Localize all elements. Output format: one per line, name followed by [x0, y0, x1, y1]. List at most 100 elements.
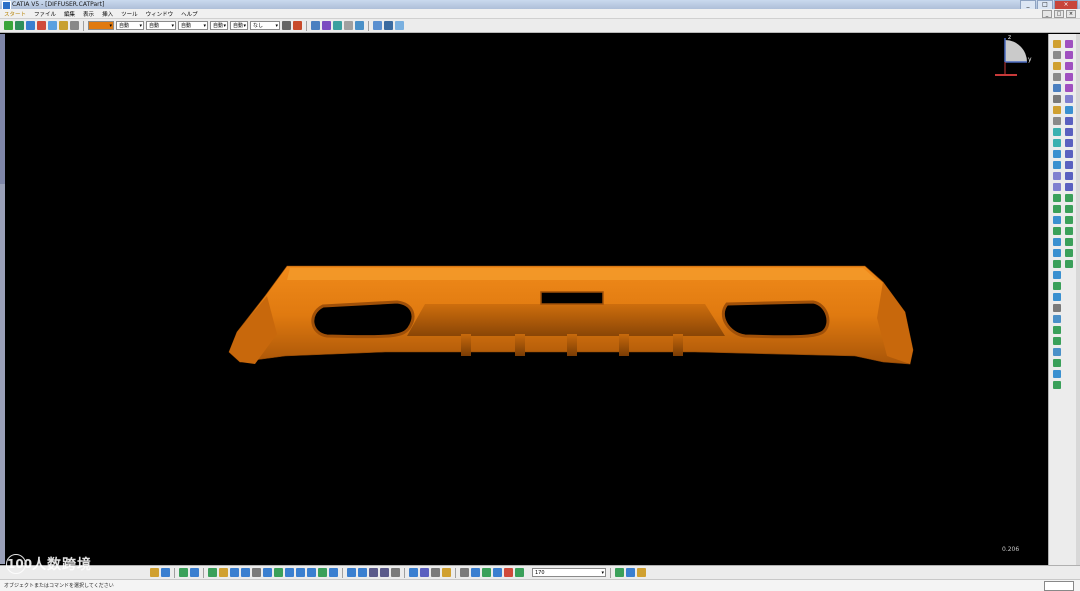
hide-show-icon[interactable]	[373, 21, 382, 30]
formula-icon[interactable]	[355, 21, 364, 30]
remove-icon[interactable]	[1053, 326, 1061, 334]
cylinder-icon[interactable]	[1065, 84, 1073, 92]
swap-icon[interactable]	[285, 568, 294, 577]
split-icon[interactable]	[1053, 205, 1061, 213]
transparency-combo[interactable]: 自動	[116, 21, 144, 30]
affinity-icon[interactable]	[1065, 227, 1073, 235]
shell-icon[interactable]	[1053, 172, 1061, 180]
menu-tools[interactable]: ツール	[117, 10, 142, 18]
menu-insert[interactable]: 挿入	[98, 10, 117, 18]
video-icon[interactable]	[369, 568, 378, 577]
compass-icon[interactable]	[4, 21, 13, 30]
pattern-icon[interactable]	[1053, 282, 1061, 290]
compass-graphic[interactable]	[993, 34, 1033, 82]
shaft-icon[interactable]	[1053, 62, 1061, 70]
hide-show-icon[interactable]	[274, 568, 283, 577]
doc-minimize-button[interactable]: _	[1042, 10, 1052, 18]
inverse-icon[interactable]	[1065, 238, 1073, 246]
menu-help[interactable]: ヘルプ	[177, 10, 202, 18]
menu-start[interactable]: スタート	[0, 10, 30, 18]
3d-viewport[interactable]: z y 0.206	[5, 34, 1047, 564]
extract-icon[interactable]	[1065, 183, 1073, 191]
slot-icon[interactable]	[1053, 106, 1061, 114]
healing-icon[interactable]	[1065, 161, 1073, 169]
fit-icon[interactable]	[70, 21, 79, 30]
knowledge-icon[interactable]	[344, 21, 353, 30]
hole-icon[interactable]	[1053, 84, 1061, 92]
linetype-combo[interactable]: 自動	[146, 21, 176, 30]
doc-close-button[interactable]: ×	[1066, 10, 1076, 18]
scale-icon[interactable]	[1053, 293, 1061, 301]
draft-icon[interactable]	[1053, 161, 1061, 169]
fill-icon[interactable]	[1065, 117, 1073, 125]
properties-icon[interactable]	[395, 21, 404, 30]
join-icon[interactable]	[1065, 150, 1073, 158]
rotate-icon[interactable]	[15, 21, 24, 30]
sphere-icon[interactable]	[1065, 73, 1073, 81]
constraint-icon[interactable]	[1053, 348, 1061, 356]
trim-icon[interactable]	[1065, 172, 1073, 180]
table-icon[interactable]	[409, 568, 418, 577]
line-icon[interactable]	[493, 568, 502, 577]
pocket-icon[interactable]	[1053, 51, 1061, 59]
sew-icon[interactable]	[1053, 238, 1061, 246]
close-surface-icon[interactable]	[1053, 227, 1061, 235]
image-capture-icon[interactable]	[358, 568, 367, 577]
render-combo[interactable]: なし	[250, 21, 280, 30]
analysis-icon[interactable]	[1053, 381, 1061, 389]
inertia-icon[interactable]	[1053, 370, 1061, 378]
color-combo[interactable]	[88, 21, 114, 30]
fit-all-icon[interactable]	[179, 568, 188, 577]
symmetry-icon[interactable]	[1053, 260, 1061, 268]
revolve-icon[interactable]	[1065, 62, 1073, 70]
add-icon[interactable]	[1053, 315, 1061, 323]
right-scrollbar[interactable]	[1076, 34, 1080, 565]
material-icon[interactable]	[318, 568, 327, 577]
3d-grid-icon[interactable]	[460, 568, 469, 577]
pencil-icon[interactable]	[37, 21, 46, 30]
measure-icon[interactable]	[293, 21, 302, 30]
normal-view-icon[interactable]	[241, 568, 250, 577]
render-icon[interactable]	[311, 21, 320, 30]
surface-icon[interactable]	[1065, 40, 1073, 48]
settings-icon[interactable]	[322, 21, 331, 30]
bottom-combo[interactable]: 170	[532, 568, 606, 577]
fillet-icon[interactable]	[1053, 139, 1061, 147]
rotate-icon[interactable]	[208, 568, 217, 577]
part-geometry[interactable]	[5, 34, 1047, 564]
apply-material-icon[interactable]	[1065, 260, 1073, 268]
formula-icon[interactable]	[391, 568, 400, 577]
pad-icon[interactable]	[1053, 40, 1061, 48]
thickness-combo[interactable]: 自動	[178, 21, 208, 30]
point-combo[interactable]: 自動	[210, 21, 228, 30]
extrude-icon[interactable]	[1065, 51, 1073, 59]
catalog-icon[interactable]	[282, 21, 291, 30]
translate-icon[interactable]	[1053, 249, 1061, 257]
texture-icon[interactable]	[626, 568, 635, 577]
rotate-icon[interactable]	[1065, 216, 1073, 224]
pan-icon[interactable]	[190, 568, 199, 577]
offset-icon[interactable]	[1065, 95, 1073, 103]
camera-icon[interactable]	[347, 568, 356, 577]
zoom-icon[interactable]	[59, 21, 68, 30]
sketch-icon[interactable]	[26, 21, 35, 30]
fly-icon[interactable]	[161, 568, 170, 577]
measure-icon[interactable]	[296, 568, 305, 577]
menu-window[interactable]: ウィンドウ	[142, 10, 178, 18]
render-style-icon[interactable]	[263, 568, 272, 577]
material-library-icon[interactable]	[615, 568, 624, 577]
zoom-out-icon[interactable]	[230, 568, 239, 577]
near-icon[interactable]	[1065, 249, 1073, 257]
extrapolate-icon[interactable]	[1065, 194, 1073, 202]
point-icon[interactable]	[482, 568, 491, 577]
thickness-icon[interactable]	[1053, 183, 1061, 191]
blend-icon[interactable]	[1065, 139, 1073, 147]
menu-edit[interactable]: 編集	[60, 10, 79, 18]
properties-icon[interactable]	[442, 568, 451, 577]
rib-icon[interactable]	[1053, 95, 1061, 103]
light-icon[interactable]	[329, 568, 338, 577]
intersect-icon[interactable]	[1053, 337, 1061, 345]
update-icon[interactable]	[515, 568, 524, 577]
swap-icon[interactable]	[384, 21, 393, 30]
menu-file[interactable]: ファイル	[30, 10, 60, 18]
